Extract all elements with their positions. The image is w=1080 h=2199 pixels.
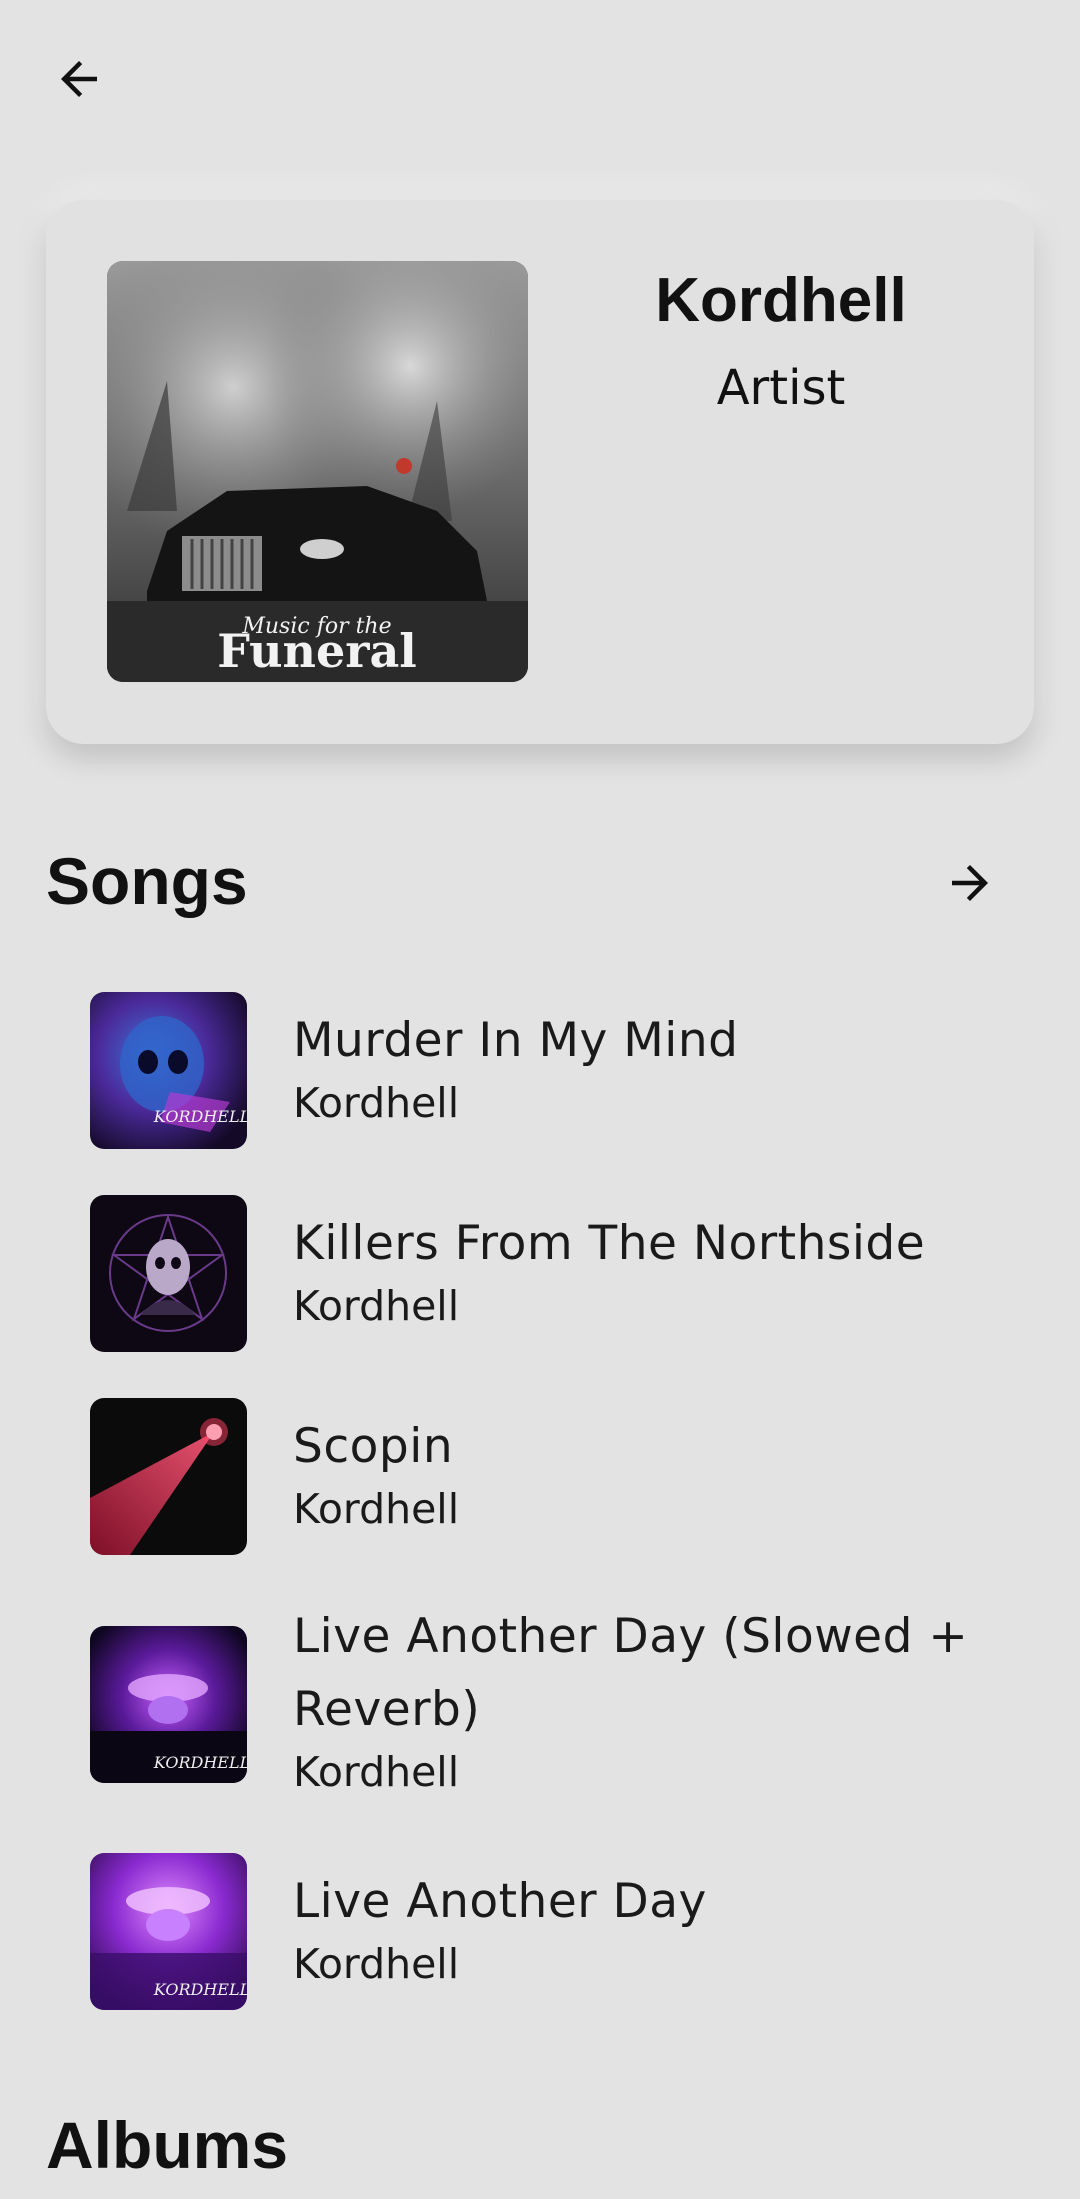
song-artwork: KORDHELL (90, 992, 247, 1149)
song-title: Live Another Day (Slowed + Reverb) (293, 1609, 969, 1737)
song-artist: Kordhell (293, 1485, 460, 1533)
svg-text:Funeral: Funeral (217, 624, 417, 678)
song-title: Live Another Day (293, 1874, 707, 1929)
song-item[interactable]: KORDHELL Live Another Day Kordhell (90, 1853, 1020, 2010)
artist-card[interactable]: Music for the Funeral Kordhell Artist (46, 200, 1034, 744)
song-artist: Kordhell (293, 1748, 460, 1796)
song-item[interactable]: Scopin Kordhell (90, 1398, 1020, 1555)
song-title: Murder In My Mind (293, 1013, 739, 1068)
song-artwork: KORDHELL (90, 1853, 247, 2010)
arrow-right-icon (952, 865, 988, 901)
arrow-left-icon (61, 61, 97, 97)
albums-section-title: Albums (46, 2108, 289, 2182)
artist-artwork: Music for the Funeral (107, 261, 528, 682)
svg-text:KORDHELL: KORDHELL (153, 1753, 247, 1772)
song-artist: Kordhell (293, 1282, 460, 1330)
svg-text:KORDHELL: KORDHELL (153, 1107, 247, 1126)
song-artist: Kordhell (293, 1079, 460, 1127)
artist-role: Artist (716, 360, 846, 416)
artist-name: Kordhell (655, 266, 907, 335)
songs-section-title: Songs (46, 844, 248, 918)
song-title: Scopin (293, 1419, 454, 1474)
song-artwork (90, 1195, 247, 1352)
song-title: Killers From The Northside (293, 1216, 926, 1271)
song-item[interactable]: KORDHELL Live Another Day (Slowed + Reve… (90, 1600, 1020, 1800)
song-item[interactable]: Killers From The Northside Kordhell (90, 1195, 1020, 1352)
song-artist: Kordhell (293, 1940, 460, 1988)
back-button[interactable] (44, 44, 114, 114)
songs-see-all-button[interactable] (935, 848, 1005, 918)
song-artwork: KORDHELL (90, 1626, 247, 1783)
song-item[interactable]: KORDHELL Murder In My Mind Kordhell (90, 992, 1020, 1149)
song-artwork (90, 1398, 247, 1555)
svg-text:KORDHELL: KORDHELL (153, 1980, 247, 1999)
